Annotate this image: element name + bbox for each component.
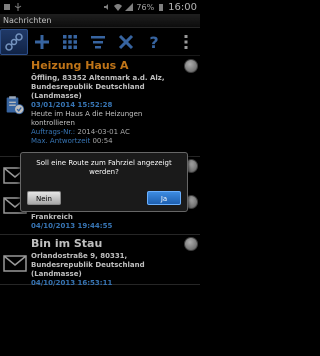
dialog-message: Soll eine Route zum Fahrziel angezeigt w…	[36, 159, 172, 176]
route-dialog: Soll eine Route zum Fahrziel angezeigt w…	[20, 152, 188, 212]
no-button[interactable]: Nein	[27, 191, 61, 205]
yes-button[interactable]: Ja	[147, 191, 181, 205]
